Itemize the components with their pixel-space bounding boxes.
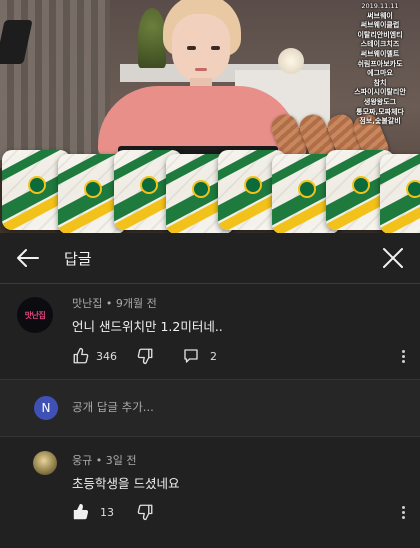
sandwich-logo [140, 176, 158, 194]
comment-icon [184, 349, 198, 363]
streamer-mouth [195, 68, 207, 71]
menu-overlay-line: 생왕왕도그 [363, 97, 397, 106]
comment-actions: 346 2 [72, 345, 402, 367]
reply-button[interactable]: 2 [182, 345, 217, 367]
comment-actions: 13 [72, 501, 402, 523]
sandwich-logo [298, 180, 316, 198]
avatar[interactable]: 맛난집 [17, 297, 53, 333]
dislike-button[interactable] [136, 345, 154, 367]
menu-overlay-line: 점보,숯불갈비 [359, 117, 401, 126]
reply-comment: 웅규 • 3일 전 초등학생을 드셨네요 13 [0, 435, 420, 548]
sandwich-logo [244, 176, 262, 194]
replies-panel: 답글 맛난집 맛난집 • 9개월 전 언니 샌드위치만 1.2미터네.. 346 [0, 233, 420, 548]
streamer-eye [211, 46, 220, 50]
sandwich-logo [352, 176, 370, 194]
close-button[interactable] [380, 245, 406, 271]
kebab-dot-icon [401, 349, 405, 353]
comment-meta: 맛난집 • 9개월 전 [72, 297, 157, 310]
parent-comment: 맛난집 맛난집 • 9개월 전 언니 샌드위치만 1.2미터네.. 346 2 [0, 283, 420, 379]
add-reply-row: N [0, 379, 420, 437]
replies-header: 답글 [0, 233, 420, 284]
back-button[interactable] [14, 245, 42, 271]
sandwich-logo [84, 180, 102, 198]
avatar[interactable] [33, 451, 57, 475]
kebab-dot-icon [401, 354, 405, 358]
kebab-dot-icon [401, 515, 405, 519]
more-options-button[interactable] [396, 345, 410, 367]
menu-overlay-line: 스파이시이탈리안 [354, 88, 406, 97]
thumbs-down-icon [137, 348, 153, 365]
arrow-left-icon [17, 249, 39, 267]
comment-meta: 웅규 • 3일 전 [72, 454, 137, 467]
thumbs-up-filled-icon [73, 504, 89, 520]
video-frame[interactable]: 2019.11.11 써브웨이 써브웨이클럽 이탈리안비엠티 스테이크치즈 써브… [0, 0, 420, 233]
menu-overlay: 2019.11.11 써브웨이 써브웨이클럽 이탈리안비엠티 스테이크치즈 써브… [340, 2, 420, 127]
streamer-face [172, 14, 230, 82]
comment-text: 언니 샌드위치만 1.2미터네.. [72, 319, 223, 334]
replies-title: 답글 [64, 250, 92, 268]
avatar-logo-text: 맛난집 [24, 310, 46, 320]
thumbs-down-icon [137, 504, 153, 521]
menu-overlay-line: 써브웨이클럽 [360, 21, 400, 30]
menu-overlay-line: 에그마요 [367, 69, 393, 78]
sandwich-logo [192, 180, 210, 198]
plant [138, 8, 166, 68]
kebab-dot-icon [401, 510, 405, 514]
reply-count: 2 [210, 349, 217, 363]
menu-overlay-line: 써브웨이 [367, 11, 393, 20]
like-button[interactable]: 13 [72, 501, 114, 523]
dislike-button[interactable] [136, 501, 154, 523]
thumbs-up-icon [73, 347, 89, 364]
streamer-eye [187, 46, 196, 50]
menu-overlay-line: 스테이크치즈 [360, 40, 400, 49]
sandwich [380, 154, 420, 233]
like-count: 346 [96, 349, 117, 363]
menu-overlay-line: 통모짜,모짜체다 [356, 107, 404, 116]
close-icon [383, 248, 403, 268]
like-button[interactable]: 346 [72, 345, 117, 367]
menu-overlay-line: 참치 [373, 78, 387, 87]
menu-overlay-line: 이탈리안비엠티 [357, 30, 403, 39]
reply-input[interactable] [72, 397, 372, 417]
like-count: 13 [100, 505, 114, 519]
lamp [278, 48, 304, 74]
more-options-button[interactable] [396, 501, 410, 523]
menu-overlay-line: 쉬림프아보카도 [357, 59, 403, 68]
comment-text: 초등학생을 드셨네요 [72, 476, 180, 491]
menu-overlay-line: 써브웨이멜트 [360, 49, 400, 58]
kebab-dot-icon [401, 505, 405, 509]
user-avatar[interactable]: N [34, 396, 58, 420]
sandwich-logo [406, 180, 420, 198]
sandwich-row [0, 150, 420, 233]
menu-overlay-date: 2019.11.11 [361, 2, 399, 10]
sandwich-logo [28, 176, 46, 194]
kebab-dot-icon [401, 359, 405, 363]
